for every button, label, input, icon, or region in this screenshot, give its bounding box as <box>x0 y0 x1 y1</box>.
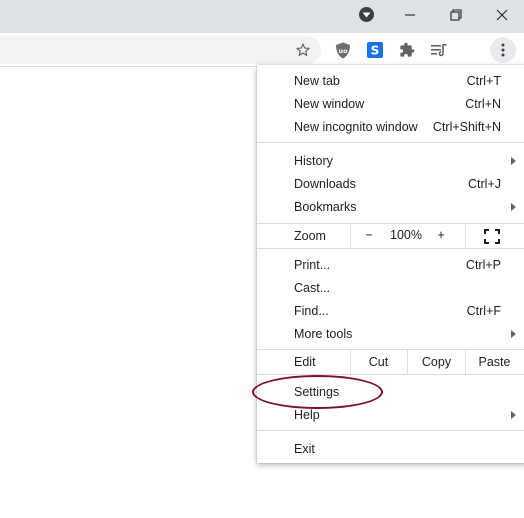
menu-item-bookmarks[interactable]: Bookmarks <box>257 196 524 219</box>
menu-item-label: New incognito window <box>294 120 418 134</box>
svg-text:S: S <box>371 44 380 58</box>
menu-item-print[interactable]: Print... Ctrl+P <box>257 254 524 277</box>
menu-item-label: More tools <box>294 327 353 341</box>
three-dots-vertical-icon <box>501 43 505 57</box>
zoom-row: Zoom − 100% + <box>257 224 524 248</box>
title-bar <box>0 0 524 33</box>
zoom-out-button[interactable]: − <box>363 228 375 242</box>
s-extension-button[interactable]: S <box>363 38 387 62</box>
star-icon <box>296 43 310 56</box>
edit-label: Edit <box>294 355 316 369</box>
menu-item-shortcut: Ctrl+N <box>465 97 501 111</box>
menu-separator <box>257 142 524 143</box>
copy-button[interactable]: Copy <box>408 355 465 369</box>
zoom-divider <box>465 224 466 248</box>
submenu-arrow-icon <box>511 411 516 419</box>
menu-item-label: Settings <box>294 385 340 399</box>
toolbar: uo S <box>0 33 524 67</box>
tab-search-icon <box>358 7 374 22</box>
menu-item-cast[interactable]: Cast... <box>257 277 524 300</box>
menu-item-help[interactable]: Help <box>257 404 524 427</box>
menu-item-label: Find... <box>294 304 329 318</box>
menu-item-history[interactable]: History <box>257 150 524 173</box>
menu-item-shortcut: Ctrl+F <box>466 304 501 318</box>
paste-button[interactable]: Paste <box>466 355 523 369</box>
menu-item-settings[interactable]: Settings <box>257 381 524 404</box>
extensions-button[interactable] <box>395 38 419 62</box>
close-window-button[interactable] <box>490 0 514 29</box>
menu-item-label: Help <box>294 408 320 422</box>
menu-item-new-window[interactable]: New window Ctrl+N <box>257 93 524 116</box>
minimize-icon <box>405 13 415 16</box>
menu-item-label: Cast... <box>294 281 331 295</box>
zoom-level: 100% <box>390 228 422 242</box>
menu-item-label: History <box>294 154 333 168</box>
tab-search-button[interactable] <box>355 0 377 29</box>
address-bar[interactable] <box>0 36 321 64</box>
bookmark-star-button[interactable] <box>291 38 315 62</box>
menu-item-new-incognito-window[interactable]: New incognito window Ctrl+Shift+N <box>257 116 524 139</box>
submenu-arrow-icon <box>511 203 516 211</box>
fullscreen-icon[interactable] <box>484 229 500 244</box>
menu-item-more-tools[interactable]: More tools <box>257 323 524 346</box>
chrome-menu-button[interactable] <box>490 37 516 63</box>
ublock-origin-icon: uo <box>336 42 350 58</box>
menu-item-shortcut: Ctrl+Shift+N <box>432 120 501 134</box>
menu-item-label: Print... <box>294 258 331 272</box>
menu-item-shortcut: Ctrl+T <box>466 74 501 88</box>
zoom-in-button[interactable]: + <box>435 228 447 242</box>
minimize-button[interactable] <box>398 0 422 29</box>
cut-button[interactable]: Cut <box>351 355 406 369</box>
close-icon <box>496 9 508 20</box>
menu-item-label: Bookmarks <box>294 200 357 214</box>
media-queue-icon <box>431 44 447 57</box>
submenu-arrow-icon <box>511 157 516 165</box>
media-queue-button[interactable] <box>427 38 451 62</box>
menu-item-label: New tab <box>294 74 340 88</box>
menu-item-label: New window <box>294 97 365 111</box>
restore-button[interactable] <box>444 0 468 29</box>
browser-window: uo S New tab Ctrl+T New window Ctrl+N Ne… <box>0 0 524 518</box>
edit-row: Edit Cut Copy Paste <box>257 350 524 374</box>
s-extension-icon: S <box>367 42 383 58</box>
menu-item-downloads[interactable]: Downloads Ctrl+J <box>257 173 524 196</box>
menu-item-label: Downloads <box>294 177 356 191</box>
submenu-arrow-icon <box>511 330 516 338</box>
zoom-label: Zoom <box>294 229 326 243</box>
menu-separator <box>257 430 524 431</box>
restore-icon <box>450 8 462 21</box>
chrome-main-menu: New tab Ctrl+T New window Ctrl+N New inc… <box>257 65 524 463</box>
ublock-origin-button[interactable]: uo <box>331 38 355 62</box>
menu-item-label: Exit <box>294 442 315 456</box>
extensions-puzzle-icon <box>400 42 415 57</box>
menu-separator <box>257 374 524 375</box>
menu-item-shortcut: Ctrl+J <box>468 177 501 191</box>
menu-separator <box>257 248 524 249</box>
menu-item-shortcut: Ctrl+P <box>465 258 501 272</box>
menu-item-find[interactable]: Find... Ctrl+F <box>257 300 524 323</box>
menu-item-new-tab[interactable]: New tab Ctrl+T <box>257 70 524 93</box>
svg-text:uo: uo <box>338 47 348 55</box>
menu-item-exit[interactable]: Exit <box>257 438 524 461</box>
zoom-divider <box>350 224 351 248</box>
